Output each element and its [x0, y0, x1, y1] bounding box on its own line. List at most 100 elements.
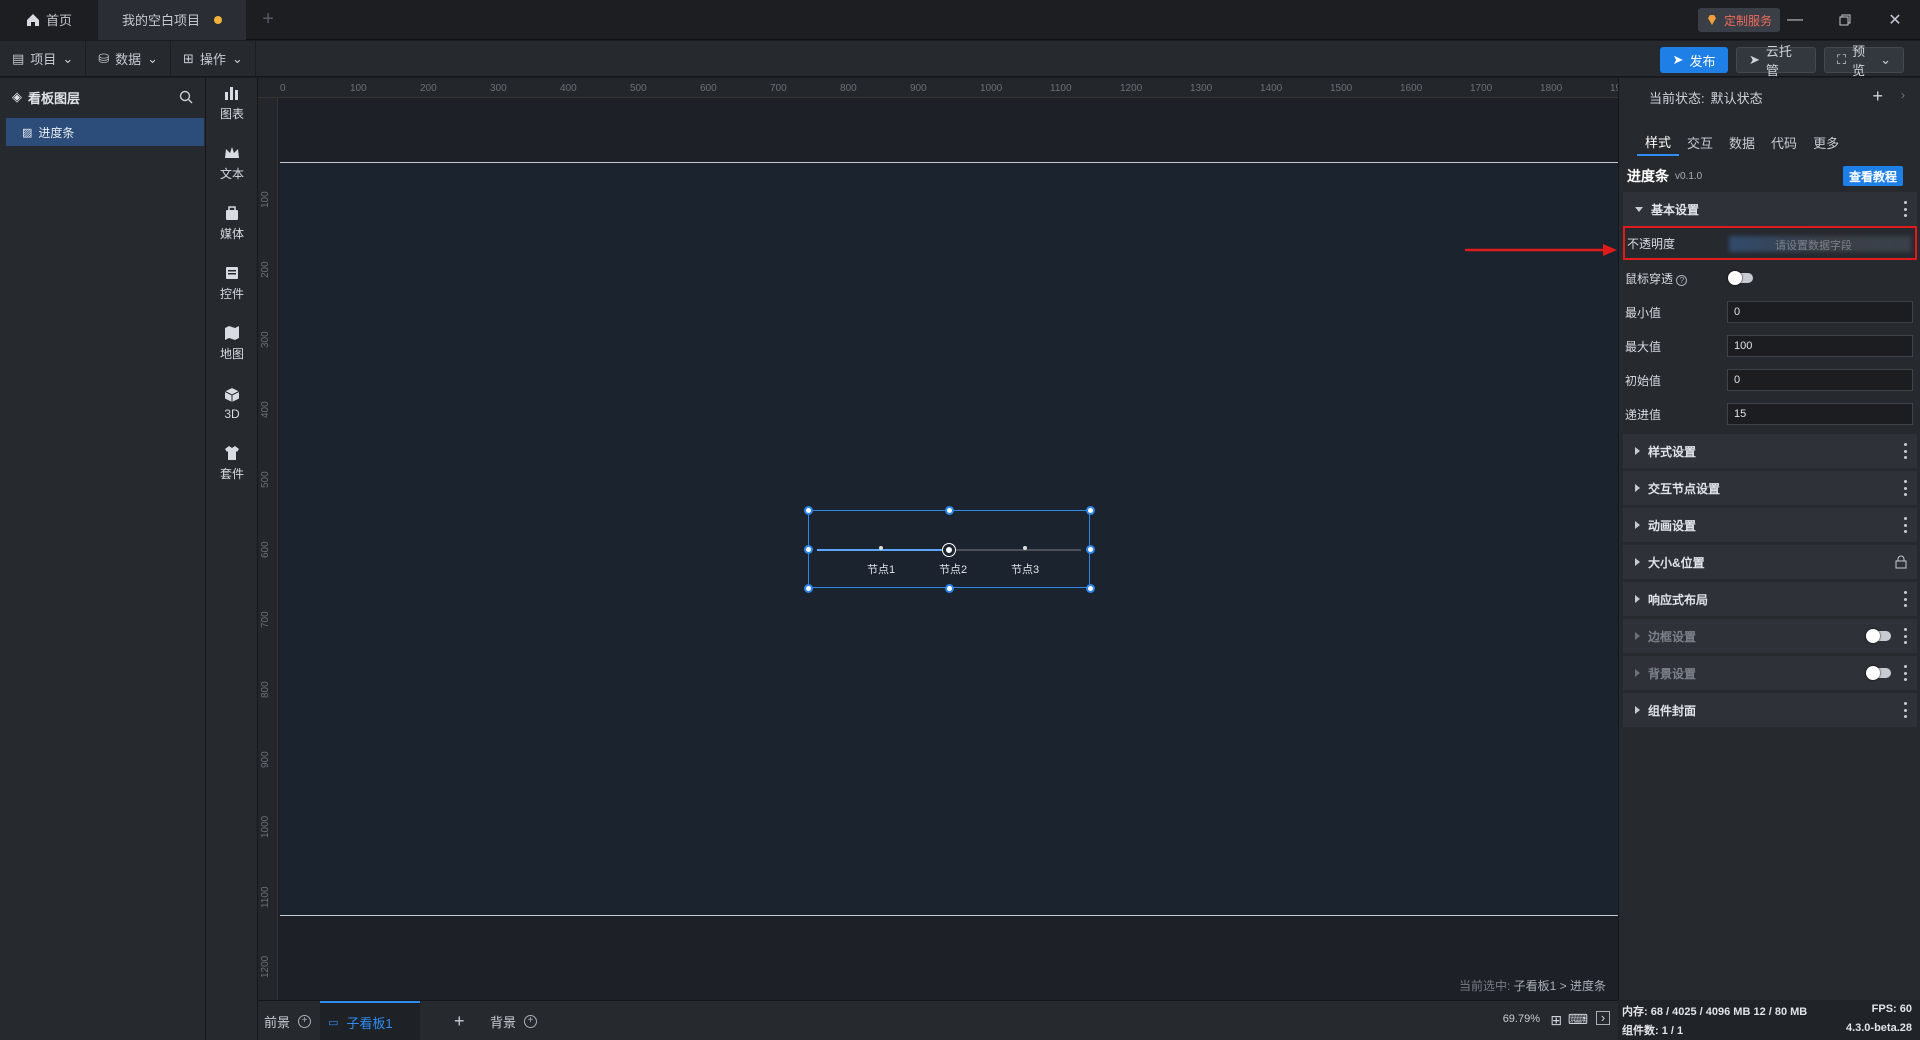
mouse-through-toggle[interactable] — [1728, 271, 1753, 285]
resize-handle[interactable] — [945, 506, 954, 515]
resize-handle[interactable] — [804, 506, 813, 515]
section-size-position[interactable]: 大小&位置 — [1623, 545, 1917, 579]
more-icon[interactable] — [1903, 591, 1907, 607]
view-tutorial-button[interactable]: 查看教程 — [1842, 166, 1903, 186]
close-button[interactable]: ✕ — [1870, 0, 1920, 40]
min-input[interactable]: 0 — [1727, 301, 1913, 323]
max-input[interactable]: 100 — [1727, 335, 1913, 357]
resize-handle[interactable] — [804, 584, 813, 593]
progress-node-1[interactable] — [879, 546, 883, 550]
section-animation[interactable]: 动画设置 — [1623, 508, 1917, 542]
rail-3d[interactable]: 3D — [206, 378, 258, 428]
component-version: v0.1.0 — [1675, 170, 1703, 182]
keyboard-icon[interactable]: ⌨ — [1568, 1011, 1588, 1028]
initial-input[interactable]: 0 — [1727, 369, 1913, 391]
resize-handle[interactable] — [1086, 584, 1095, 593]
horizontal-ruler[interactable]: 0 100 200 300 400 500 600 700 800 900 1000 1100 1200… — [258, 78, 1618, 98]
rail-map[interactable]: 地图 — [206, 318, 258, 368]
add-state-icon[interactable]: + — [1872, 86, 1883, 107]
rail-chart[interactable]: 图表 — [206, 78, 258, 128]
add-tab-button[interactable]: + — [246, 0, 290, 40]
resize-handle[interactable] — [1086, 506, 1095, 515]
properties-panel: 当前状态: 默认状态 + › 样式 交互 数据 代码 更多 进度条 v0.1.0… — [1618, 78, 1920, 1000]
add-circle-icon[interactable]: + — [298, 1014, 312, 1028]
tab-board-1[interactable]: ▭ 子看板1 — [320, 1001, 420, 1040]
more-icon[interactable] — [1903, 443, 1907, 459]
more-icon[interactable] — [1903, 665, 1907, 681]
rail-text[interactable]: 文本 — [206, 138, 258, 188]
rail-widget[interactable]: 控件 — [206, 258, 258, 308]
layer-item-progress[interactable]: ▨ 进度条 — [6, 118, 204, 146]
more-icon[interactable] — [1903, 480, 1907, 496]
add-board-button[interactable]: + — [454, 1001, 465, 1040]
layer-panel-header: ◈ 看板图层 — [0, 78, 205, 116]
state-value[interactable]: 默认状态 — [1711, 88, 1763, 107]
tab-style[interactable]: 样式 — [1637, 128, 1680, 156]
monitor-icon: ▭ — [328, 1016, 339, 1029]
rail-widget-label: 控件 — [219, 287, 244, 301]
canvas-area[interactable]: 0 100 200 300 400 500 600 700 800 900 1000 1100 1200… — [258, 78, 1618, 1000]
terminal-icon[interactable]: › — [1596, 1011, 1610, 1025]
section-background[interactable]: 背景设置 — [1623, 656, 1917, 690]
step-input[interactable]: 15 — [1727, 403, 1913, 425]
resize-handle[interactable] — [804, 545, 813, 554]
preview-button[interactable]: ⛶ 预览 ⌄ — [1824, 44, 1904, 78]
section-border[interactable]: 边框设置 — [1623, 619, 1917, 653]
tab-interaction[interactable]: 交互 — [1679, 128, 1721, 156]
section-cover[interactable]: 组件封面 — [1623, 693, 1917, 727]
ruler-h-label: 400 — [560, 83, 577, 94]
rail-kit[interactable]: 套件 — [206, 438, 258, 488]
tab-background-label: 背景 — [490, 1014, 517, 1030]
document-icon: ▤ — [12, 50, 25, 66]
tab-data[interactable]: 数据 — [1721, 128, 1763, 156]
menu-operate[interactable]: ⊞ 操作 ⌄ — [171, 40, 256, 77]
menu-data[interactable]: ⛁ 数据 ⌄ — [86, 40, 172, 77]
border-toggle[interactable] — [1866, 629, 1891, 643]
background-toggle[interactable] — [1866, 666, 1891, 680]
tab-foreground[interactable]: 前景 + — [264, 1001, 312, 1040]
restore-icon — [1839, 14, 1851, 26]
ruler-v-label: 100 — [260, 191, 271, 208]
ruler-h-label: 800 — [840, 83, 857, 94]
component-rail: 图表 文本 媒体 控件 地图 3D 套件 — [206, 78, 258, 1040]
cloud-host-button[interactable]: ➤ 云托管 — [1736, 44, 1816, 78]
zoom-level[interactable]: 69.79% — [1503, 1013, 1540, 1025]
opacity-data-field[interactable]: 请设置数据字段 — [1775, 237, 1852, 253]
ruler-h-label: 1100 — [1050, 83, 1072, 94]
tab-code[interactable]: 代码 — [1763, 128, 1805, 156]
layers-icon: ◈ — [12, 89, 22, 104]
progress-component[interactable]: 节点1 节点2 节点3 — [804, 506, 1095, 593]
section-basic[interactable]: 基本设置 — [1623, 192, 1917, 226]
publish-button[interactable]: ➤ 发布 — [1660, 47, 1728, 73]
minimize-button[interactable]: — — [1770, 0, 1820, 40]
tab-more[interactable]: 更多 — [1805, 128, 1847, 156]
tab-home[interactable]: 首页 — [0, 0, 99, 40]
help-icon[interactable]: ? — [1676, 275, 1688, 286]
more-icon[interactable] — [1903, 702, 1907, 718]
chevron-right-icon[interactable]: › — [1901, 88, 1905, 102]
menu-project[interactable]: ▤ 项目 ⌄ — [0, 40, 87, 77]
rail-media[interactable]: 媒体 — [206, 198, 258, 248]
progress-node-2[interactable] — [943, 544, 955, 556]
restore-button[interactable] — [1820, 0, 1870, 40]
custom-service-button[interactable]: 定制服务 — [1697, 8, 1780, 32]
ruler-h-label: 1900 — [1610, 83, 1618, 94]
more-icon[interactable] — [1903, 628, 1907, 644]
section-style[interactable]: 样式设置 — [1623, 434, 1917, 468]
widget-icon — [226, 267, 238, 279]
tab-project[interactable]: 我的空白项目 — [98, 0, 247, 40]
section-responsive[interactable]: 响应式布局 — [1623, 582, 1917, 616]
tab-background[interactable]: 背景 + — [490, 1001, 538, 1040]
progress-node-3[interactable] — [1023, 546, 1027, 550]
search-icon[interactable] — [179, 90, 193, 104]
fit-screen-icon[interactable]: ⊞ — [1550, 1012, 1562, 1029]
add-circle-icon[interactable]: + — [524, 1014, 538, 1028]
resize-handle[interactable] — [1086, 545, 1095, 554]
vertical-ruler[interactable]: 100 200 300 400 500 600 700 800 900 1000 1100 1200 — [258, 98, 278, 1000]
section-interaction-nodes[interactable]: 交互节点设置 — [1623, 471, 1917, 505]
more-icon[interactable] — [1903, 517, 1907, 533]
more-icon[interactable] — [1903, 201, 1907, 217]
resize-handle[interactable] — [945, 584, 954, 593]
lock-icon[interactable] — [1895, 555, 1907, 569]
tab-foreground-label: 前景 — [264, 1014, 291, 1030]
